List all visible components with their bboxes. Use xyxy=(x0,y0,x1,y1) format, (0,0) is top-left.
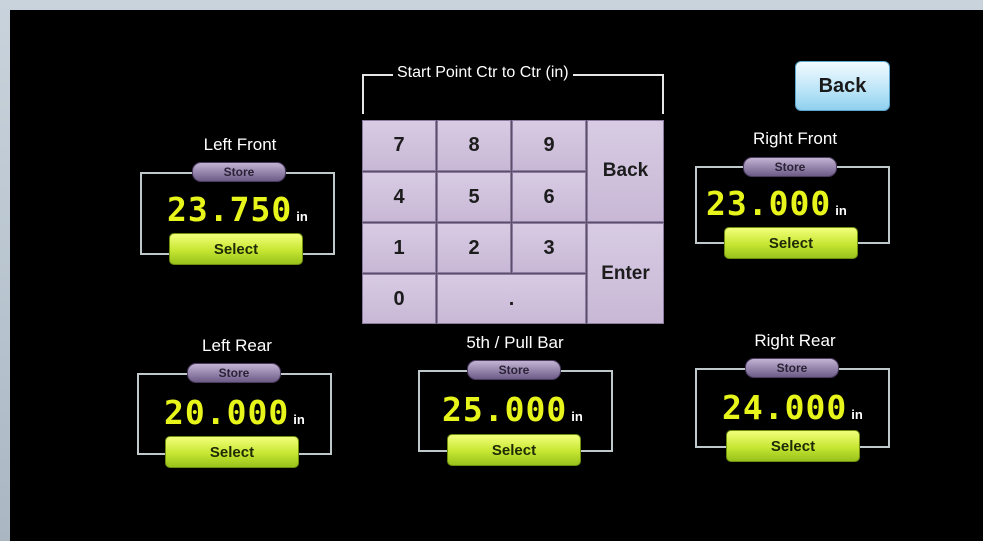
unit-label: in xyxy=(293,412,305,427)
value-text: 23.750 xyxy=(167,190,293,229)
keypad-title: Start Point Ctr to Ctr (in) xyxy=(393,64,573,82)
panel-label: Right Rear xyxy=(754,331,836,350)
unit-label: in xyxy=(296,209,308,224)
key-2[interactable]: 2 xyxy=(437,223,511,273)
back-button[interactable]: Back xyxy=(795,61,890,111)
value-display: 24.000 in xyxy=(719,388,866,427)
select-button[interactable]: Select xyxy=(165,436,299,468)
panel-right-rear: Right Rear Store 24.000 in Select xyxy=(695,328,895,468)
panel-left-rear: Left Rear Store 20.000 in Select xyxy=(137,333,337,473)
value-display: 23.750 in xyxy=(164,190,311,229)
select-button[interactable]: Select xyxy=(447,434,581,466)
store-button[interactable]: Store xyxy=(467,360,561,380)
panel-label: Left Front xyxy=(203,135,277,154)
value-text: 20.000 xyxy=(164,393,290,432)
unit-label: in xyxy=(851,407,863,422)
value-text: 24.000 xyxy=(722,388,848,427)
unit-label: in xyxy=(571,409,583,424)
value-display: 23.000 in xyxy=(703,184,850,223)
panel-fifth-pull-bar: 5th / Pull Bar Store 25.000 in Select xyxy=(415,330,615,470)
panel-right-front: Right Front Store 23.000 in Select xyxy=(695,126,895,266)
value-text: 25.000 xyxy=(442,390,568,429)
store-button[interactable]: Store xyxy=(743,157,837,177)
keypad-enter-button[interactable]: Enter xyxy=(587,223,664,324)
key-decimal[interactable]: . xyxy=(437,274,586,324)
value-text: 23.000 xyxy=(706,184,832,223)
store-button[interactable]: Store xyxy=(745,358,839,378)
select-button[interactable]: Select xyxy=(169,233,303,265)
key-9[interactable]: 9 xyxy=(512,120,586,171)
panel-label: 5th / Pull Bar xyxy=(466,333,564,352)
key-6[interactable]: 6 xyxy=(512,172,586,222)
key-8[interactable]: 8 xyxy=(437,120,511,171)
keypad-back-button[interactable]: Back xyxy=(587,120,664,222)
keypad: 7 8 9 4 5 6 1 2 3 0 . Back Enter xyxy=(362,120,664,324)
key-4[interactable]: 4 xyxy=(362,172,436,222)
value-display: 25.000 in xyxy=(439,390,586,429)
store-button[interactable]: Store xyxy=(192,162,286,182)
unit-label: in xyxy=(835,203,847,218)
panel-label: Left Rear xyxy=(202,336,272,355)
panel-label: Right Front xyxy=(752,129,838,148)
key-5[interactable]: 5 xyxy=(437,172,511,222)
select-button[interactable]: Select xyxy=(726,430,860,462)
key-0[interactable]: 0 xyxy=(362,274,436,324)
key-3[interactable]: 3 xyxy=(512,223,586,273)
panel-left-front: Left Front Store 23.750 in Select xyxy=(140,132,340,272)
value-display: 20.000 in xyxy=(161,393,308,432)
key-1[interactable]: 1 xyxy=(362,223,436,273)
store-button[interactable]: Store xyxy=(187,363,281,383)
key-7[interactable]: 7 xyxy=(362,120,436,171)
select-button[interactable]: Select xyxy=(724,227,858,259)
